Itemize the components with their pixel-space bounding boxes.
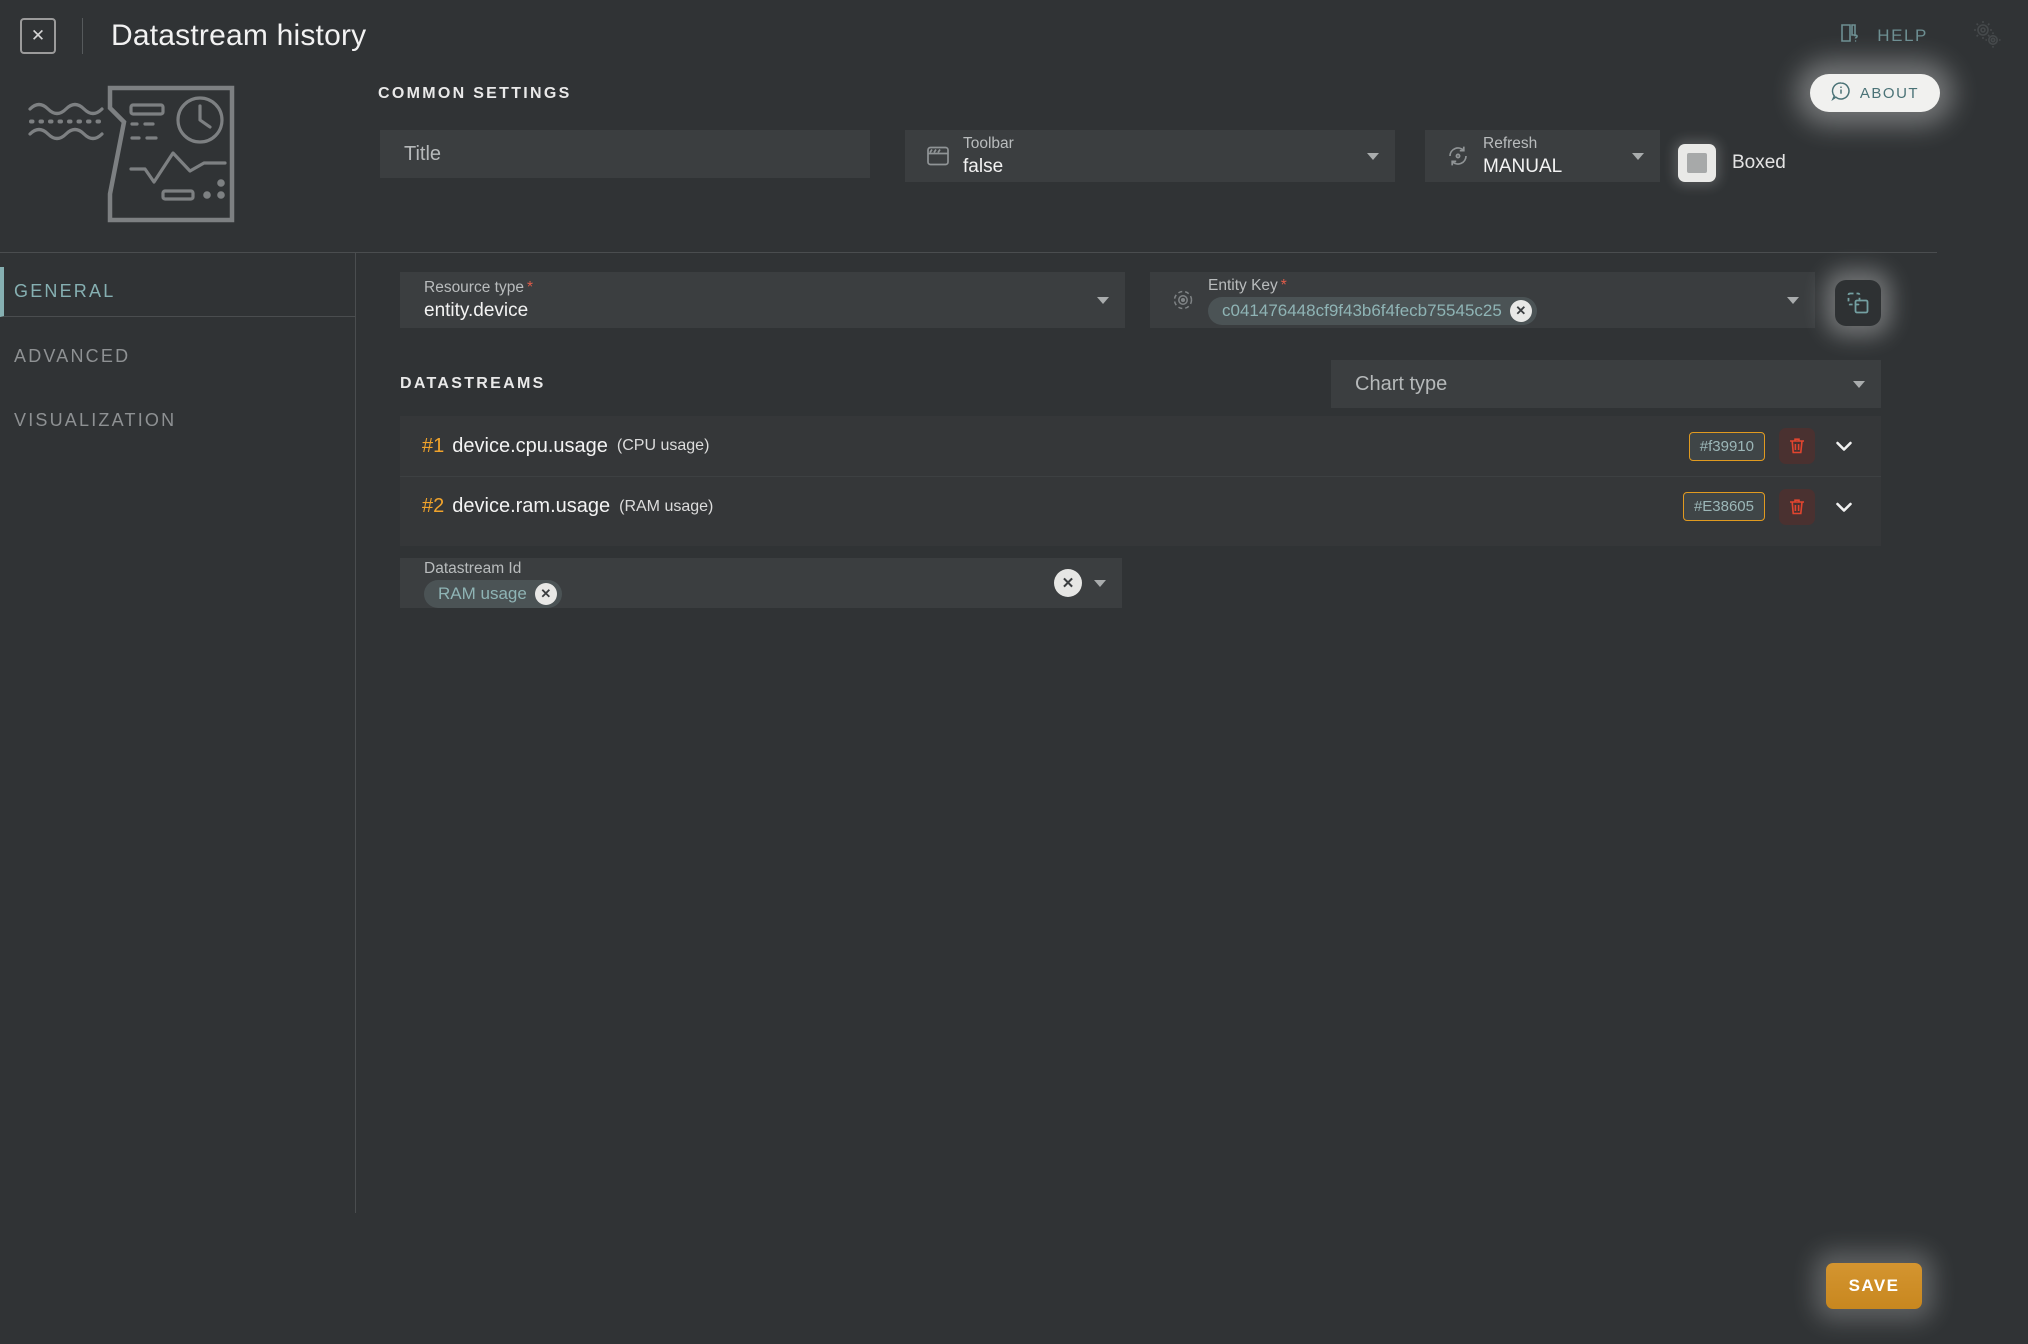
copy-duplicate-icon[interactable] (1835, 280, 1881, 326)
chart-type-body: Chart type (1347, 373, 1841, 396)
trash-icon[interactable] (1779, 488, 1815, 525)
chart-type-select-field[interactable]: Chart type (1331, 360, 1881, 408)
toolbar-select-body: Toolbar false (955, 134, 1355, 179)
title-input-field[interactable]: Title (380, 130, 870, 178)
gears-icon[interactable] (1970, 17, 2004, 56)
close-circle-icon[interactable]: ✕ (1509, 299, 1532, 322)
about-button-container: ABOUT (1810, 74, 1940, 112)
datastream-actions: #E38605 (1682, 488, 1859, 525)
datastream-history-chart-illustration (18, 78, 318, 243)
save-button[interactable]: SAVE (1826, 1263, 1922, 1309)
sidebar-item-advanced[interactable]: ADVANCED (0, 331, 355, 381)
toolbar-value: false (963, 155, 1004, 177)
chevron-down-icon[interactable] (1094, 579, 1106, 587)
page-title: Datastream history (111, 19, 367, 52)
datastream-id-chip-label: RAM usage (438, 583, 527, 603)
refresh-select-body: Refresh MANUAL (1475, 134, 1620, 179)
checkbox-fill (1687, 153, 1707, 173)
chevron-down-icon[interactable] (1829, 431, 1859, 461)
refresh-label: Refresh (1483, 134, 1538, 152)
datastream-alias: (CPU usage) (616, 437, 710, 454)
status-badge[interactable]: #f39910 (1688, 431, 1765, 461)
chart-type-placeholder: Chart type (1355, 372, 1448, 395)
boxed-label: Boxed (1732, 152, 1786, 173)
entity-key-chip[interactable]: c041476448cf9f43b6f4fecb75545c25 ✕ (1208, 296, 1537, 325)
help-label: HELP (1877, 26, 1928, 45)
titlebar-actions: HELP (1839, 17, 2028, 56)
table-row[interactable]: #2 device.ram.usage (RAM usage) #E38605 (400, 476, 1881, 536)
toolbar-select-field[interactable]: Toolbar false (905, 130, 1395, 182)
help-button[interactable]: HELP (1839, 22, 1928, 51)
datastream-alias: (RAM usage) (619, 497, 714, 515)
close-icon[interactable]: ✕ (20, 18, 56, 54)
entity-key-chip-label: c041476448cf9f43b6f4fecb75545c25 (1222, 300, 1502, 320)
datastream-key: device.cpu.usage (452, 434, 608, 457)
target-icon (1166, 287, 1200, 313)
settings-tab-sidebar: GENERAL ADVANCED VISUALIZATION (0, 253, 356, 1213)
toolbar-icon (921, 145, 955, 167)
datastream-id-select-field[interactable]: Datastream Id RAM usage ✕ ✕ (400, 558, 1122, 608)
chevron-down-icon[interactable] (1367, 152, 1379, 160)
entity-key-body: Entity Key * c041476448cf9f43b6f4fecb7554… (1200, 276, 1775, 325)
datastream-index: #2 (422, 495, 445, 517)
boxed-checkbox-container: Boxed (1678, 144, 1786, 182)
sidebar-item-general[interactable]: GENERAL (0, 267, 356, 317)
trash-icon[interactable] (1779, 428, 1815, 464)
datastreams-section-label: DATASTREAMS (400, 375, 546, 392)
chevron-down-icon[interactable] (1632, 152, 1644, 160)
datastream-id-chip[interactable]: RAM usage ✕ (424, 579, 562, 608)
common-settings-section-label: COMMON SETTINGS (378, 85, 572, 102)
titlebar-divider (82, 18, 83, 54)
close-circle-icon[interactable]: ✕ (1054, 569, 1082, 597)
save-button-container: SAVE (1826, 1263, 1922, 1309)
datastream-actions: #f39910 (1688, 428, 1859, 464)
datastream-index: #1 (422, 434, 445, 457)
title-input-placeholder: Title (404, 142, 442, 165)
about-button[interactable]: ABOUT (1810, 74, 1940, 112)
resource-type-value: entity.device (424, 299, 529, 321)
sidebar-item-label: ADVANCED (14, 345, 131, 366)
about-label: ABOUT (1859, 84, 1920, 102)
resource-type-body: Resource type * entity.device (416, 278, 1085, 323)
book-question-icon (1839, 22, 1865, 51)
entity-key-select-field[interactable]: Entity Key * c041476448cf9f43b6f4fecb7554… (1150, 272, 1815, 328)
sidebar-item-visualization[interactable]: VISUALIZATION (0, 395, 355, 445)
chevron-down-icon[interactable] (1829, 492, 1859, 522)
window-titlebar: ✕ Datastream history HELP (0, 0, 2028, 72)
refresh-value: MANUAL (1483, 155, 1563, 177)
datastream-key: device.ram.usage (452, 495, 611, 517)
chevron-down-icon[interactable] (1097, 296, 1109, 304)
resource-type-label: Resource type * (424, 278, 533, 296)
refresh-icon (1441, 144, 1475, 168)
title-input-body: Title (396, 143, 854, 166)
required-marker: * (526, 278, 533, 296)
boxed-checkbox[interactable] (1678, 144, 1716, 182)
resource-type-select-field[interactable]: Resource type * entity.device (400, 272, 1125, 328)
sidebar-item-label: VISUALIZATION (14, 409, 177, 430)
required-marker: * (1280, 276, 1287, 294)
entity-key-chip-row: c041476448cf9f43b6f4fecb75545c25 ✕ (1208, 296, 1775, 325)
info-circle-icon (1831, 81, 1851, 105)
chevron-down-icon[interactable] (1853, 380, 1865, 388)
datastreams-list: #1 device.cpu.usage (CPU usage) #f39910 … (400, 416, 1881, 546)
refresh-select-field[interactable]: Refresh MANUAL (1425, 130, 1660, 182)
entity-key-label: Entity Key * (1208, 276, 1287, 294)
datastream-id-label: Datastream Id (424, 559, 522, 577)
sidebar-item-label: GENERAL (14, 281, 116, 301)
table-row[interactable]: #1 device.cpu.usage (CPU usage) #f39910 (400, 416, 1881, 476)
close-circle-icon[interactable]: ✕ (534, 582, 557, 605)
toolbar-label: Toolbar (963, 134, 1014, 152)
datastream-id-body: Datastream Id RAM usage ✕ (416, 559, 1044, 608)
chevron-down-icon[interactable] (1787, 296, 1799, 304)
status-badge[interactable]: #E38605 (1682, 492, 1765, 521)
datastream-id-chip-row: RAM usage ✕ (424, 579, 1044, 608)
datastream-history-dialog: ✕ Datastream history HELP ABOUT COMMON S… (0, 0, 2028, 1344)
